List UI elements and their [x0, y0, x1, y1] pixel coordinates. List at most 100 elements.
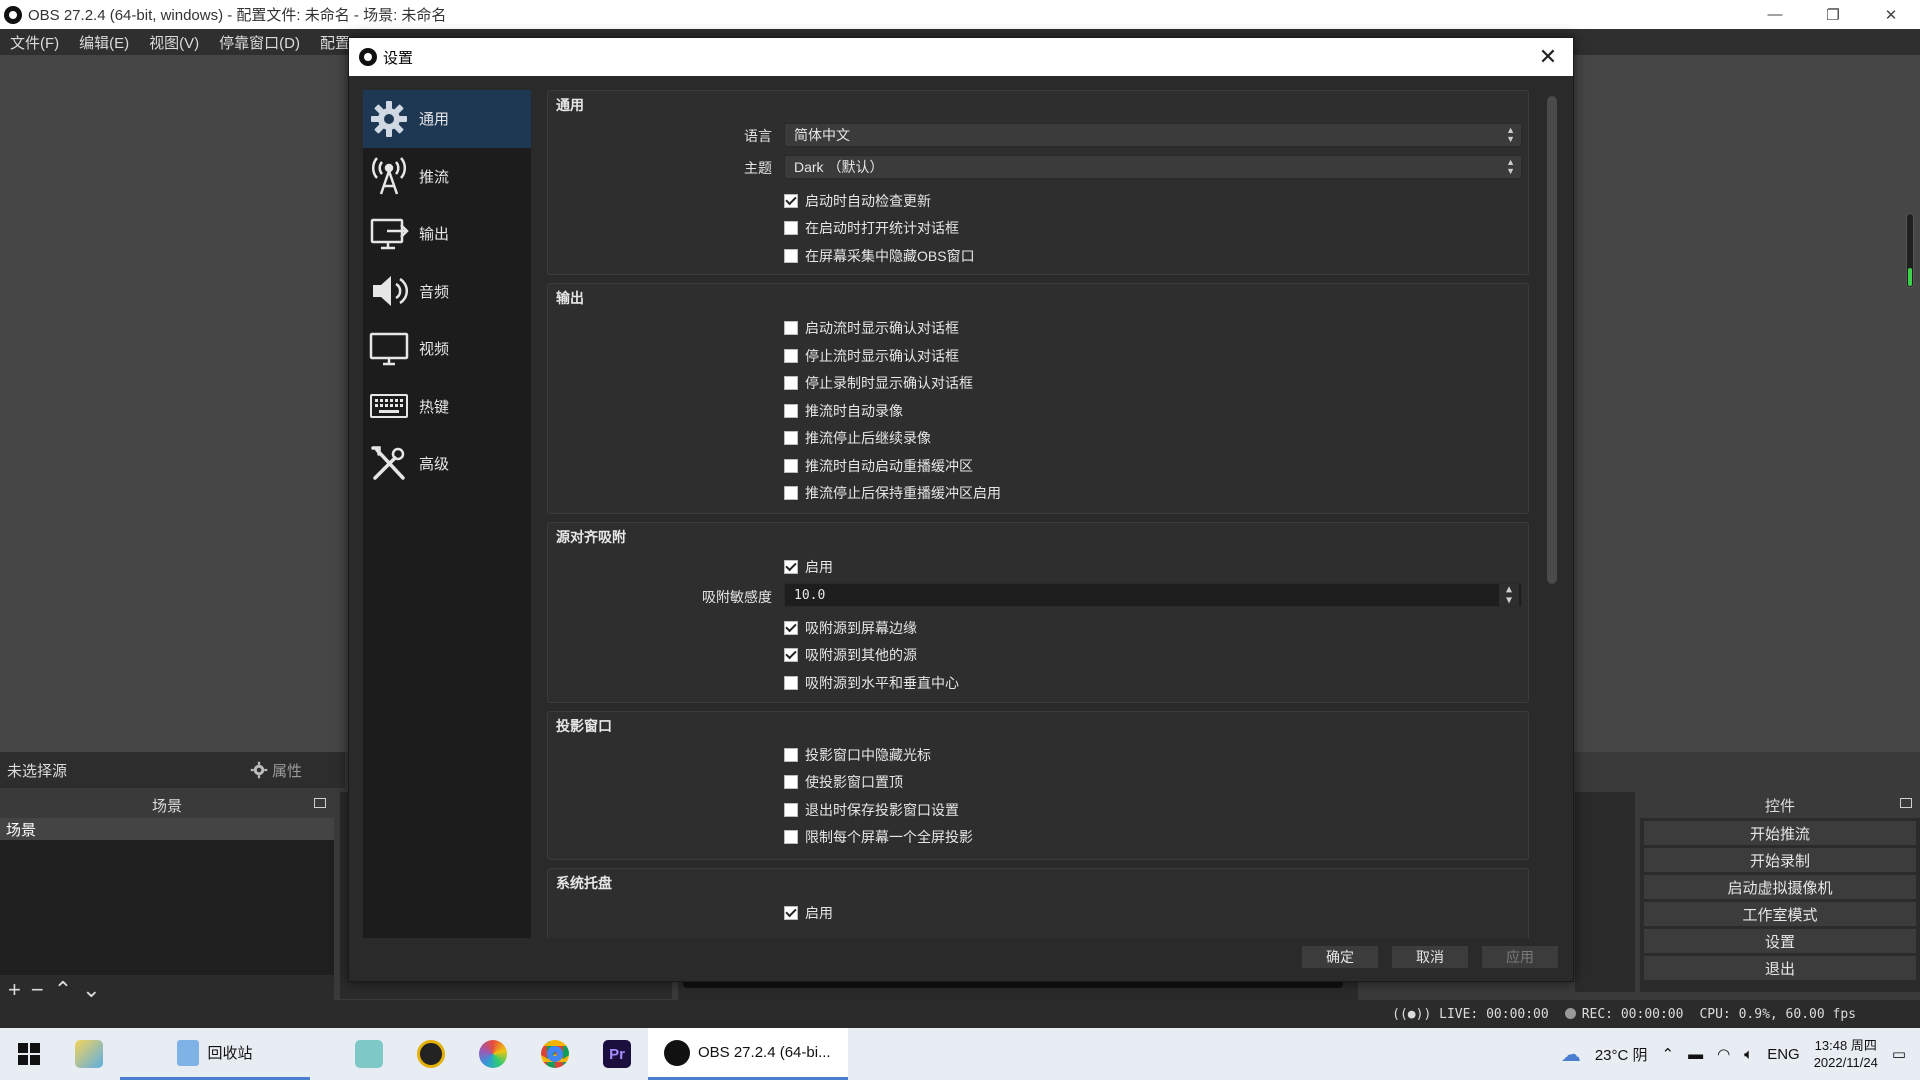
float-icon[interactable]: [1900, 798, 1912, 808]
weather-icon[interactable]: ☁: [1561, 1042, 1581, 1067]
studio-mode-button[interactable]: 工作室模式: [1644, 902, 1916, 926]
menu-file[interactable]: 文件(F): [0, 32, 69, 53]
checkbox[interactable]: [784, 431, 798, 445]
start-button[interactable]: [0, 1028, 58, 1080]
nav-item-hotkeys[interactable]: 热键: [363, 378, 531, 436]
checkbox[interactable]: [784, 349, 798, 363]
start-recording-button[interactable]: 开始录制: [1644, 848, 1916, 872]
obs-logo-icon: [4, 5, 22, 24]
dialog-close-button[interactable]: ✕: [1535, 44, 1561, 70]
nav-item-output[interactable]: 输出: [363, 205, 531, 263]
check-auto-replay-buffer[interactable]: 推流时自动启动重播缓冲区: [784, 456, 973, 476]
taskbar-app-chrome[interactable]: [524, 1028, 586, 1080]
start-virtual-camera-button[interactable]: 启动虚拟摄像机: [1644, 875, 1916, 899]
cancel-button[interactable]: 取消: [1391, 945, 1469, 969]
language-value: 简体中文: [794, 127, 850, 143]
float-icon[interactable]: [314, 798, 326, 808]
battery-icon[interactable]: ▬: [1688, 1046, 1703, 1063]
nav-item-stream[interactable]: 推流: [363, 148, 531, 206]
start-streaming-button[interactable]: 开始推流: [1644, 821, 1916, 845]
scenes-list: [0, 840, 334, 975]
check-auto-update[interactable]: 启动时自动检查更新: [784, 191, 931, 211]
notification-icon[interactable]: ▭: [1892, 1045, 1906, 1063]
monitor-icon: [369, 332, 409, 365]
check-snap-other-sources[interactable]: 吸附源到其他的源: [784, 645, 917, 665]
check-snap-screen-edge[interactable]: 吸附源到屏幕边缘: [784, 618, 917, 638]
checkbox[interactable]: [784, 621, 798, 635]
check-keep-replay-buffer[interactable]: 推流停止后保持重播缓冲区启用: [784, 483, 1001, 503]
check-confirm-stop-record[interactable]: 停止录制时显示确认对话框: [784, 373, 973, 393]
checkbox[interactable]: [784, 194, 798, 208]
chevron-up-icon[interactable]: ⌃: [1662, 1045, 1675, 1063]
taskbar-app-obs[interactable]: OBS 27.2.4 (64-bi...: [648, 1028, 848, 1080]
checkbox[interactable]: [784, 906, 798, 920]
checkbox[interactable]: [784, 560, 798, 574]
nav-item-video[interactable]: 视频: [363, 320, 531, 378]
clock[interactable]: 13:48 周四 2022/11/24: [1814, 1037, 1878, 1071]
minimize-button[interactable]: —: [1746, 0, 1804, 29]
taskbar-app-color[interactable]: [462, 1028, 524, 1080]
check-hide-cursor[interactable]: 投影窗口中隐藏光标: [784, 745, 931, 765]
nav-item-advanced[interactable]: 高级: [363, 435, 531, 493]
dialog-title: 设置: [383, 49, 414, 67]
language-select[interactable]: 简体中文 ▲ ▼: [784, 123, 1522, 147]
checkbox[interactable]: [784, 459, 798, 473]
close-button[interactable]: ✕: [1862, 0, 1920, 29]
taskbar-app-feather[interactable]: [58, 1028, 120, 1080]
menu-docks[interactable]: 停靠窗口(D): [209, 32, 310, 53]
spin-arrows-icon[interactable]: ▲ ▼: [1499, 584, 1519, 606]
rec-status: REC: 00:00:00: [1564, 1007, 1683, 1022]
taskbar-app-premiere[interactable]: Pr: [586, 1028, 648, 1080]
ime-indicator[interactable]: ENG: [1767, 1046, 1800, 1063]
check-confirm-stop-stream[interactable]: 停止流时显示确认对话框: [784, 346, 959, 366]
tools-icon: [371, 446, 405, 480]
checkbox[interactable]: [784, 830, 798, 844]
taskbar-recycle-bin[interactable]: 回收站: [120, 1028, 310, 1080]
check-projector-on-top[interactable]: 使投影窗口置顶: [784, 772, 903, 792]
premiere-icon: Pr: [603, 1040, 631, 1068]
checkbox[interactable]: [784, 376, 798, 390]
apply-button[interactable]: 应用: [1481, 945, 1559, 969]
wifi-icon[interactable]: ◠: [1717, 1045, 1730, 1063]
scrollbar-thumb[interactable]: [1547, 96, 1557, 584]
checkbox[interactable]: [784, 221, 798, 235]
settings-button[interactable]: 设置: [1644, 929, 1916, 953]
live-status: ((●)) LIVE: 00:00:00: [1392, 1006, 1549, 1022]
theme-select[interactable]: Dark （默认） ▲ ▼: [784, 155, 1522, 179]
content-scrollbar[interactable]: [1545, 90, 1559, 938]
volume-icon[interactable]: 🔈︎: [1744, 1046, 1753, 1063]
check-auto-record[interactable]: 推流时自动录像: [784, 401, 903, 421]
nav-item-general[interactable]: 通用: [363, 90, 531, 148]
exit-button[interactable]: 退出: [1644, 956, 1916, 980]
check-snap-center[interactable]: 吸附源到水平和垂直中心: [784, 673, 959, 693]
menu-edit[interactable]: 编辑(E): [69, 32, 139, 53]
scene-item[interactable]: 场景: [0, 818, 334, 840]
menu-view[interactable]: 视图(V): [139, 32, 209, 53]
maximize-button[interactable]: ❐: [1804, 0, 1862, 29]
checkbox[interactable]: [784, 775, 798, 789]
check-open-stats[interactable]: 在启动时打开统计对话框: [784, 218, 959, 238]
check-snapping-enable[interactable]: 启用: [784, 557, 833, 577]
ok-button[interactable]: 确定: [1301, 945, 1379, 969]
sensitivity-spinbox[interactable]: 10.0 ▲ ▼: [784, 583, 1522, 607]
check-hide-obs-capture[interactable]: 在屏幕采集中隐藏OBS窗口: [784, 246, 975, 266]
check-keep-recording[interactable]: 推流停止后继续录像: [784, 428, 931, 448]
nav-item-audio[interactable]: 音频: [363, 263, 531, 321]
check-confirm-start-stream[interactable]: 启动流时显示确认对话框: [784, 318, 959, 338]
checkbox[interactable]: [784, 249, 798, 263]
weather-text[interactable]: 23°C 阴: [1595, 1044, 1648, 1065]
checkbox[interactable]: [784, 748, 798, 762]
check-limit-fullscreen[interactable]: 限制每个屏幕一个全屏投影: [784, 827, 973, 847]
checkbox[interactable]: [784, 404, 798, 418]
taskbar-app-files[interactable]: [338, 1028, 400, 1080]
check-tray-enable[interactable]: 启用: [784, 903, 833, 923]
check-save-projectors[interactable]: 退出时保存投影窗口设置: [784, 800, 959, 820]
checkbox[interactable]: [784, 676, 798, 690]
checkbox[interactable]: [784, 321, 798, 335]
checkbox[interactable]: [784, 648, 798, 662]
nav-label: 输出: [419, 226, 450, 244]
checkbox[interactable]: [784, 803, 798, 817]
taskbar-app-unreal[interactable]: [400, 1028, 462, 1080]
checkbox[interactable]: [784, 486, 798, 500]
properties-button[interactable]: 属性: [250, 760, 302, 781]
